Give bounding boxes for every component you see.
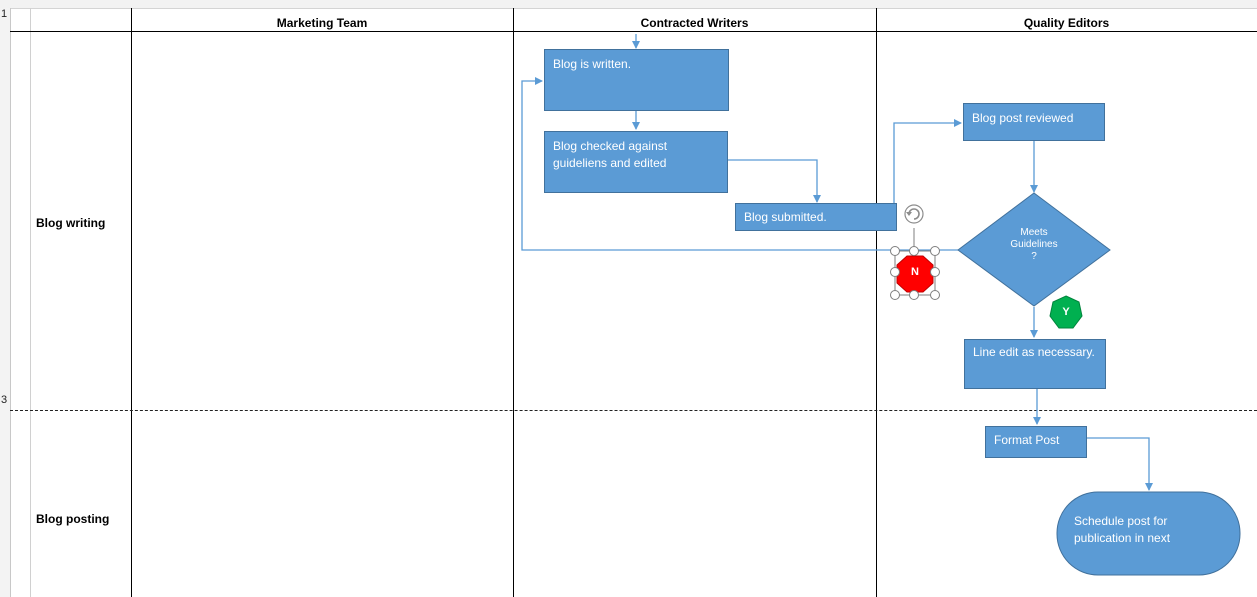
process-format-post[interactable]: Format Post (985, 426, 1087, 458)
resize-handle[interactable] (909, 246, 919, 256)
connector-format-to-schedule[interactable] (1086, 437, 1153, 491)
process-blog-checked[interactable]: Blog checked against guideliens and edit… (544, 131, 728, 193)
decision-text-line: ? (1031, 251, 1037, 262)
resize-handle[interactable] (930, 246, 940, 256)
process-blog-reviewed[interactable]: Blog post reviewed (963, 103, 1105, 141)
resize-handle[interactable] (930, 290, 940, 300)
process-blog-submitted[interactable]: Blog submitted. (735, 203, 897, 231)
process-blog-submitted-text: Blog submitted. (744, 210, 827, 224)
process-blog-checked-text: Blog checked against guideliens and edit… (553, 139, 668, 170)
process-blog-written[interactable]: Blog is written. (544, 49, 729, 111)
decision-text: Meets Guidelines ? (990, 227, 1078, 263)
schedule-terminator-text: Schedule post for publication in next (1074, 514, 1171, 545)
resize-handle[interactable] (890, 290, 900, 300)
process-line-edit[interactable]: Line edit as necessary. (964, 339, 1106, 389)
process-line-edit-text: Line edit as necessary. (973, 345, 1095, 359)
decision-text-line: Guidelines (1010, 239, 1058, 250)
rotate-handle-icon[interactable] (904, 204, 924, 224)
resize-handle[interactable] (909, 290, 919, 300)
process-blog-written-text: Blog is written. (553, 57, 632, 71)
decision-text-line: Meets (1020, 227, 1048, 238)
spreadsheet-canvas: 1 3 Marketing Team Contracted Writers Qu… (0, 0, 1257, 597)
process-format-post-text: Format Post (994, 433, 1060, 447)
connector-submitted-to-reviewed[interactable] (893, 119, 962, 203)
process-blog-reviewed-text: Blog post reviewed (972, 111, 1074, 125)
resize-handle[interactable] (890, 267, 900, 277)
resize-handle[interactable] (890, 246, 900, 256)
resize-handle[interactable] (930, 267, 940, 277)
yes-branch-label: Y (1062, 306, 1070, 318)
no-branch-label: N (911, 266, 919, 278)
connector-checked-to-submitted[interactable] (728, 159, 821, 203)
